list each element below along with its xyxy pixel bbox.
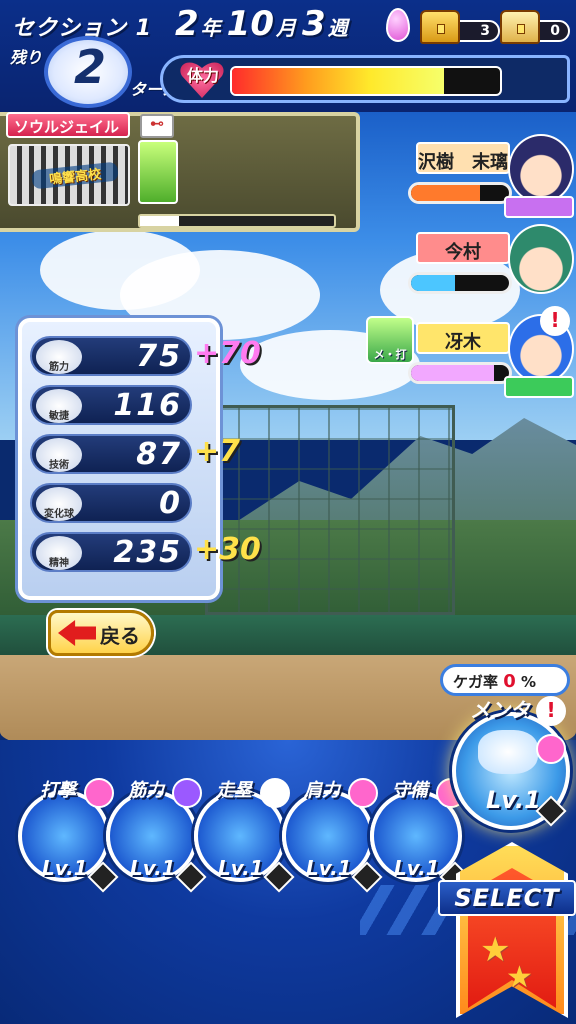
- bonus-bubble-icon: [172, 778, 202, 808]
- card-slot: [138, 140, 178, 204]
- stamina-label: 体力: [186, 66, 219, 85]
- date-year-unit: 年: [200, 16, 221, 40]
- date-week-unit: 週: [327, 16, 348, 40]
- stat-row: 変化球 0: [30, 483, 192, 523]
- bonus-bubble-icon: [84, 778, 114, 808]
- training-label: 肩力: [304, 780, 340, 801]
- sparkle-cloud-icon: [478, 730, 538, 774]
- select-label: SELECT: [438, 880, 576, 916]
- stat-label: 敏捷: [49, 411, 69, 422]
- mental-level: Lv.1: [486, 786, 541, 814]
- stat-row: 筋力 75: [30, 336, 192, 376]
- star-icon: ★: [506, 960, 533, 995]
- bonus-bubble-icon: [260, 778, 290, 808]
- date-month-unit: 月: [276, 16, 296, 40]
- training-label: 筋力: [128, 780, 164, 801]
- stat-icon: 精神: [36, 536, 82, 570]
- calendar-date: 2 年 10 月 3 週: [175, 4, 354, 46]
- stat-row: 敏捷 116: [30, 385, 192, 425]
- card-bubble-icon: [536, 734, 566, 764]
- injury-unit: %: [521, 673, 537, 691]
- character-card[interactable]: 沢樹 末璃: [408, 134, 576, 230]
- mental-label: メンタ: [470, 698, 530, 722]
- bonus-bubble-icon: [348, 778, 378, 808]
- stat-icon: 技術: [36, 438, 82, 472]
- stat-bonus: +30: [194, 532, 261, 567]
- character-portrait: [508, 134, 574, 204]
- item-progress-fill: [140, 216, 179, 226]
- injury-value: 0: [503, 671, 516, 692]
- bond-gauge: [408, 272, 512, 294]
- stat-value: 0: [159, 486, 182, 521]
- bond-gauge: [408, 362, 512, 384]
- date-month: 10: [226, 4, 274, 44]
- stat-label: 変化球: [44, 509, 74, 520]
- item-name: ソウルジェイル: [6, 112, 130, 138]
- bond-gauge-fill: [411, 185, 480, 201]
- bond-gauge-fill: [411, 365, 495, 381]
- training-level: Lv.1: [218, 856, 264, 880]
- stat-icon: 変化球: [36, 487, 82, 521]
- stat-bonus: +70: [194, 336, 261, 371]
- injury-label: ケガ率: [453, 673, 499, 691]
- training-level: Lv.1: [306, 856, 352, 880]
- turns-left: 2: [73, 40, 106, 94]
- character-portrait: [508, 224, 574, 294]
- training-level: Lv.1: [394, 856, 440, 880]
- stat-row: 精神 235: [30, 532, 192, 572]
- stat-value: 75: [136, 339, 182, 374]
- stat-icon: 敏捷: [36, 389, 82, 423]
- stat-label: 技術: [49, 460, 69, 471]
- injury-rate: ケガ率 0 %: [440, 664, 570, 696]
- training-level: Lv.1: [42, 856, 88, 880]
- skill-badge: メ・打: [366, 316, 414, 364]
- stat-row: 技術 87: [30, 434, 192, 474]
- character-name: 沢樹 末璃: [416, 142, 510, 174]
- training-level: Lv.1: [130, 856, 176, 880]
- egg-icon[interactable]: [386, 8, 410, 42]
- stat-value: 87: [136, 437, 182, 472]
- stat-value: 235: [113, 535, 182, 570]
- stat-icon: 筋力: [36, 340, 82, 374]
- silver-chest-icon[interactable]: [500, 10, 540, 44]
- back-label: 戻る: [100, 624, 140, 648]
- event-tag: [504, 196, 574, 218]
- stamina-fill: [232, 68, 444, 94]
- stat-label: 筋力: [49, 362, 69, 373]
- event-tag: [504, 376, 574, 398]
- bond-gauge: [408, 182, 512, 204]
- character-name: 冴木: [416, 322, 510, 354]
- date-year: 2: [175, 4, 199, 44]
- training-label: 走塁: [216, 780, 252, 801]
- backstop-fence: [205, 405, 455, 615]
- remaining-label: 残り: [10, 48, 43, 67]
- stamina-track: [230, 66, 502, 96]
- item-progress: [138, 214, 336, 228]
- character-name: 今村: [416, 232, 510, 264]
- bond-gauge-fill: [411, 275, 456, 291]
- stat-bonus: +7: [194, 434, 241, 469]
- alert-icon: !: [540, 306, 570, 336]
- date-week: 3: [302, 4, 326, 44]
- stat-label: 精神: [49, 558, 69, 569]
- stat-value: 116: [113, 388, 182, 423]
- training-label: 打撃: [40, 780, 76, 801]
- training-label: 守備: [392, 780, 428, 801]
- gold-chest-icon[interactable]: [420, 10, 460, 44]
- dumbbell-icon: ⊷: [140, 114, 174, 138]
- alert-icon: !: [536, 696, 566, 726]
